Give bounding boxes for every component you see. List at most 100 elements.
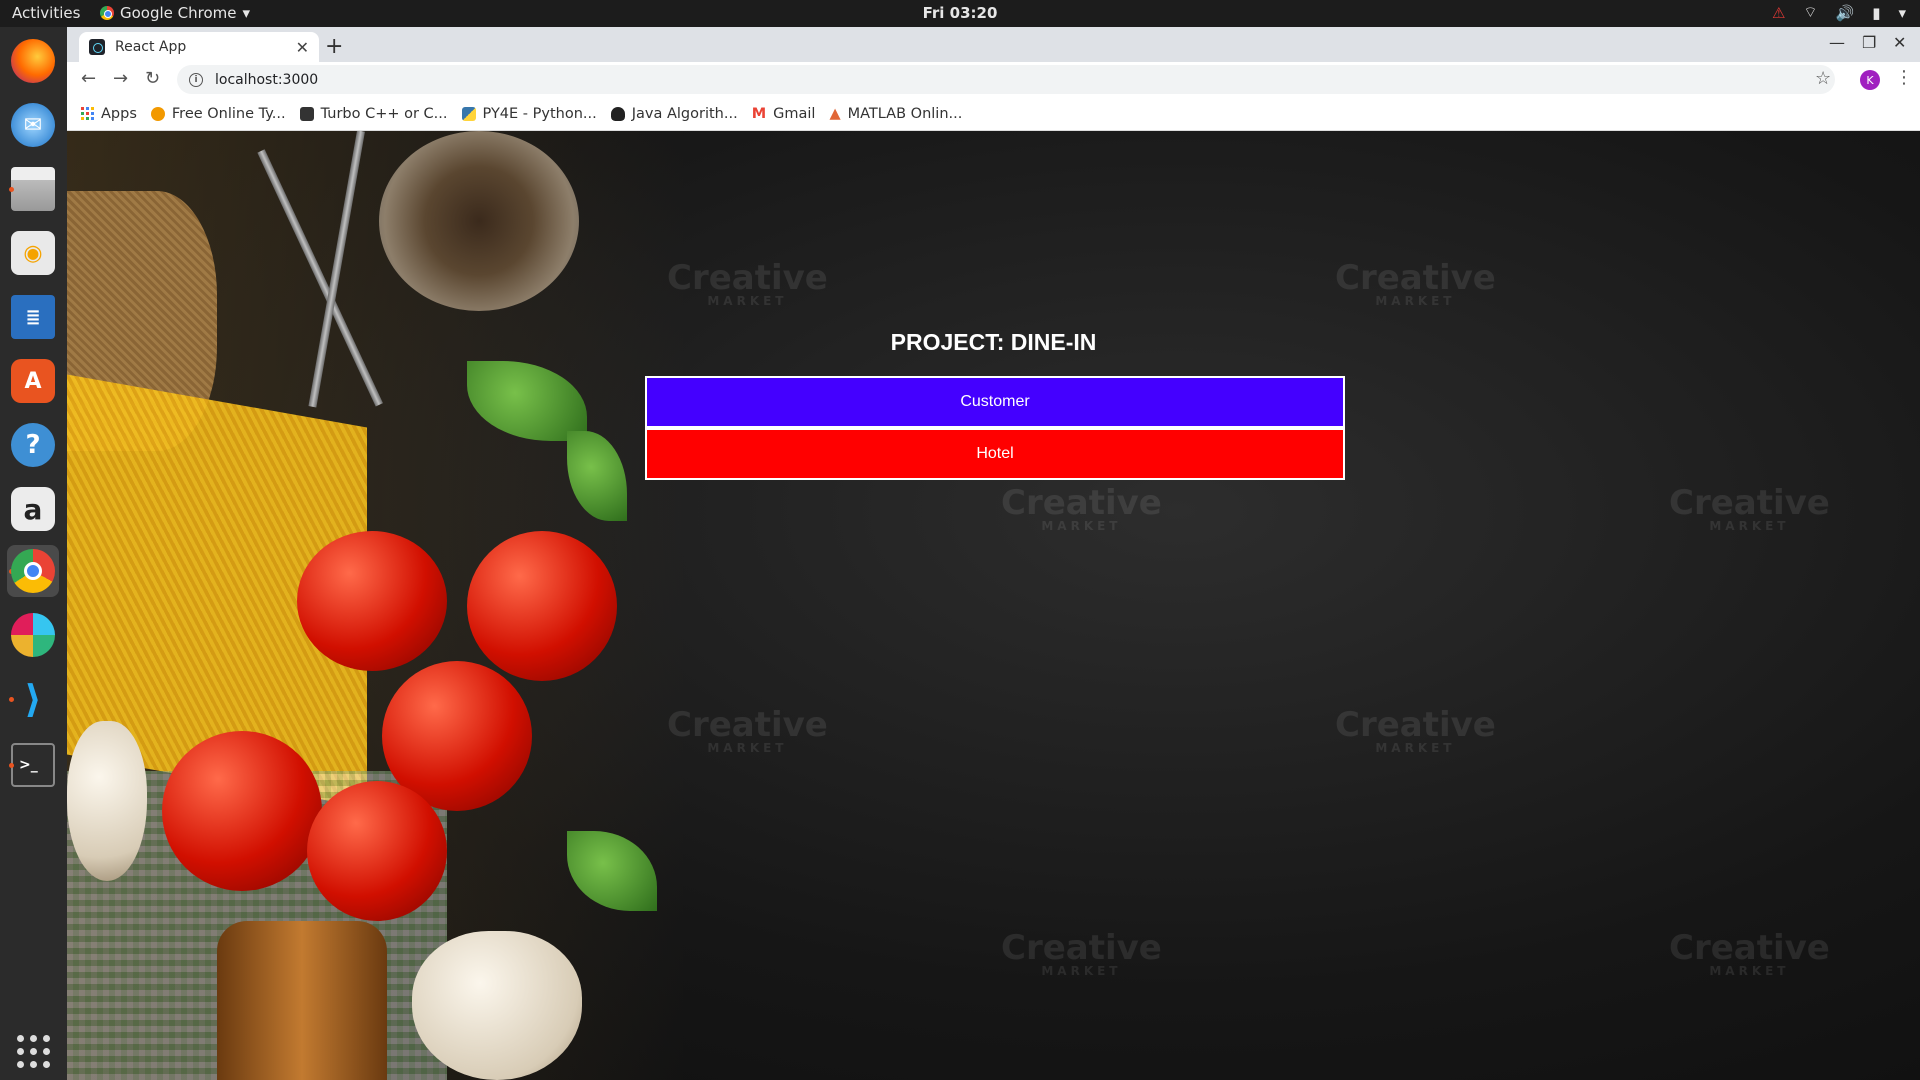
bookmark-label: Gmail	[773, 105, 816, 122]
app-menu[interactable]: Google Chrome ▾	[100, 4, 250, 22]
bookmark-java-algorithms[interactable]: Java Algorith...	[610, 105, 738, 122]
show-applications-button[interactable]	[7, 1025, 59, 1077]
volume-icon: 🔊	[1835, 3, 1855, 22]
bookmark-star-icon[interactable]: ☆	[1815, 68, 1831, 89]
running-indicator	[9, 187, 14, 192]
dock-rhythmbox[interactable]: ◉	[7, 227, 59, 279]
chrome-icon	[11, 549, 55, 593]
dock-slack[interactable]	[7, 609, 59, 661]
bookmark-label: PY4E - Python...	[482, 105, 597, 122]
battery-icon: ▮	[1872, 3, 1881, 22]
watermark: Creative MARKET	[1335, 258, 1496, 308]
bookmark-matlab[interactable]: ▲ MATLAB Onlin...	[829, 106, 962, 122]
watermark: Creative MARKET	[1669, 928, 1830, 978]
close-window-icon[interactable]: ✕	[1893, 33, 1906, 52]
software-center-icon: A	[11, 359, 55, 403]
vscode-icon: ⟩	[24, 677, 42, 721]
activities-button[interactable]: Activities	[12, 4, 80, 22]
running-indicator	[9, 763, 14, 768]
typing-site-icon	[150, 106, 165, 121]
dock-terminal[interactable]: >_	[7, 739, 59, 791]
app-menu-label: Google Chrome	[120, 4, 237, 22]
tomato	[297, 531, 447, 671]
bookmark-label: Turbo C++ or C...	[320, 105, 448, 122]
amazon-icon: a	[11, 487, 55, 531]
url-text: localhost:3000	[215, 71, 319, 88]
minimize-icon[interactable]: —	[1829, 33, 1845, 52]
gmail-icon: M	[751, 105, 767, 122]
profile-avatar[interactable]: K	[1860, 70, 1880, 90]
reload-button[interactable]: ↻	[145, 68, 160, 89]
rhythmbox-icon: ◉	[11, 231, 55, 275]
watermark: Creative MARKET	[1001, 483, 1162, 533]
info-icon[interactable]: i	[189, 72, 203, 87]
basil-leaf	[567, 431, 627, 521]
bookmark-label: MATLAB Onlin...	[847, 105, 963, 122]
dock: ✉ ◉ ≣ A ? a ⟩ >_	[0, 27, 67, 1080]
tab-react-app[interactable]: React App ✕	[79, 32, 319, 62]
chrome-menu-icon[interactable]: ⋮	[1895, 67, 1913, 88]
apps-grid-icon	[81, 107, 94, 120]
bookmark-apps[interactable]: Apps	[81, 106, 137, 122]
warning-icon[interactable]: ⚠	[1772, 4, 1785, 22]
files-icon	[11, 167, 55, 211]
java-algorithms-icon	[610, 106, 625, 121]
react-icon	[89, 39, 105, 55]
slack-icon	[11, 613, 55, 657]
bookmark-label: Java Algorith...	[631, 105, 738, 122]
dock-firefox[interactable]	[7, 35, 59, 87]
bookmark-gmail[interactable]: M Gmail	[752, 106, 816, 122]
tomato	[307, 781, 447, 921]
watermark: Creative MARKET	[667, 258, 828, 308]
system-tray[interactable]: ⚠ ⌔ 🔊 ▮ ▾	[1772, 3, 1906, 22]
food-background-image	[67, 131, 687, 1080]
tab-strip: React App ✕ + — ❐ ✕	[67, 27, 1920, 62]
dock-files[interactable]	[7, 163, 59, 215]
peppercorn-bowl	[379, 131, 579, 311]
bookmarks-bar: Apps Free Online Ty... Turbo C++ or C...…	[67, 97, 1920, 131]
address-bar[interactable]: i localhost:3000	[177, 65, 1835, 94]
page-title: PROJECT: DINE-IN	[890, 329, 1097, 355]
thunderbird-icon: ✉	[11, 103, 55, 147]
new-tab-button[interactable]: +	[325, 34, 343, 59]
gnome-top-bar: Activities Google Chrome ▾ Fri 03:20 ⚠ ⌔…	[0, 0, 1920, 27]
help-icon: ?	[11, 423, 55, 467]
bookmark-free-online-typing[interactable]: Free Online Ty...	[150, 105, 286, 122]
python-icon	[461, 106, 476, 121]
bookmark-label: Free Online Ty...	[171, 105, 286, 122]
bookmark-py4e[interactable]: PY4E - Python...	[461, 105, 597, 122]
watermark: Creative MARKET	[1001, 928, 1162, 978]
close-tab-icon[interactable]: ✕	[296, 38, 309, 57]
dock-amazon[interactable]: a	[7, 483, 59, 535]
browser-toolbar: ← → ↻ i localhost:3000 ☆ K ⋮	[67, 62, 1920, 97]
back-button[interactable]: ←	[81, 68, 96, 89]
browser-window: React App ✕ + — ❐ ✕ ← → ↻ i localhost:30…	[67, 27, 1920, 131]
clock[interactable]: Fri 03:20	[923, 4, 998, 22]
garlic	[412, 931, 582, 1080]
libreoffice-writer-icon: ≣	[11, 295, 55, 339]
dock-writer[interactable]: ≣	[7, 291, 59, 343]
dock-thunderbird[interactable]: ✉	[7, 99, 59, 151]
wifi-icon: ⌔	[1803, 3, 1818, 21]
running-indicator	[9, 697, 14, 702]
watermark: Creative MARKET	[1335, 705, 1496, 755]
customer-button[interactable]: Customer	[645, 376, 1345, 428]
turbo-cpp-icon	[299, 106, 314, 121]
dock-vscode[interactable]: ⟩	[7, 673, 59, 725]
tomato	[162, 731, 322, 891]
chevron-down-icon: ▾	[242, 4, 251, 22]
dock-help[interactable]: ?	[7, 419, 59, 471]
firefox-icon	[11, 39, 55, 83]
restore-icon[interactable]: ❐	[1862, 33, 1876, 52]
dock-software[interactable]: A	[7, 355, 59, 407]
forward-button[interactable]: →	[113, 68, 128, 89]
bookmark-turbo-cpp[interactable]: Turbo C++ or C...	[299, 105, 448, 122]
bookmark-label: Apps	[101, 105, 137, 122]
dock-chrome[interactable]	[7, 545, 59, 597]
pepper-grinder	[217, 921, 387, 1080]
terminal-icon: >_	[11, 743, 55, 787]
chrome-icon	[100, 6, 114, 20]
page-viewport: Creative MARKET Creative MARKET Creative MA…	[67, 131, 1920, 1080]
tomato	[467, 531, 617, 681]
hotel-button[interactable]: Hotel	[645, 428, 1345, 480]
